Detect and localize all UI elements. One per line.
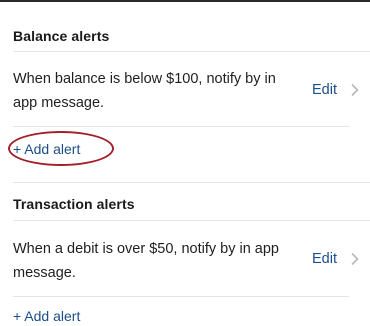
transaction-alert-divider [13,296,349,297]
transaction-alert-row[interactable]: When a debit is over $50, notify by in a… [13,237,370,287]
balance-header-divider [13,51,370,52]
balance-add-alert-link[interactable]: + Add alert [13,141,80,157]
transaction-header-divider [13,220,370,221]
transaction-alerts-header: Transaction alerts [13,196,135,212]
transaction-alert-text: When a debit is over $50, notify by in a… [13,241,279,281]
balance-edit-button[interactable]: Edit [312,82,360,98]
chevron-right-icon [350,252,360,266]
chevron-right-icon [350,83,360,97]
balance-alert-text: When balance is below $100, notify by in… [13,71,276,111]
balance-alerts-header: Balance alerts [13,28,110,44]
section-divider [13,182,370,183]
top-border [0,0,370,2]
transaction-edit-button[interactable]: Edit [312,251,360,267]
balance-alert-row[interactable]: When balance is below $100, notify by in… [13,67,370,117]
transaction-add-alert-link[interactable]: + Add alert [13,308,80,324]
balance-alert-divider [13,126,349,127]
balance-edit-label: Edit [312,82,337,98]
transaction-edit-label: Edit [312,251,337,267]
